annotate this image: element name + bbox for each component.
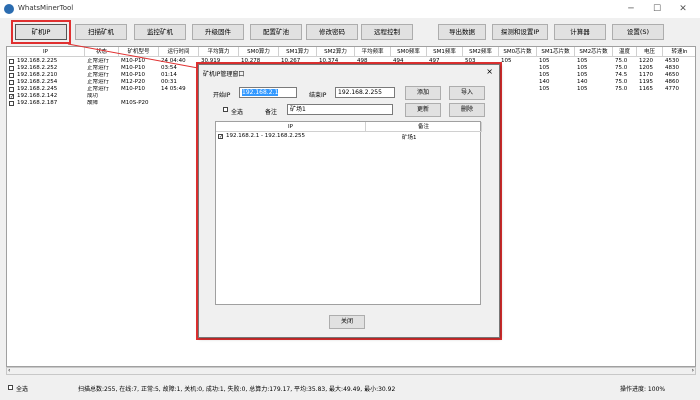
note-input[interactable]: 矿场1 (287, 104, 393, 115)
list-item-ip: 192.168.2.1 - 192.168.2.255 (226, 133, 305, 139)
list-item[interactable]: ✓ 192.168.2.1 - 192.168.2.255 矿场1 (216, 133, 482, 141)
main-window: WhatsMinerTool ─ ☐ ✕ 矿机IP 扫描矿机 监控矿机 升级固件… (0, 0, 700, 400)
list-item-checkbox[interactable]: ✓ (218, 134, 223, 140)
list-item-note: 矿场1 (402, 135, 417, 141)
update-button[interactable]: 更新 (405, 103, 441, 117)
delete-button[interactable]: 删除 (449, 103, 485, 117)
start-ip-value: 192.168.2.1 (242, 89, 279, 96)
add-button[interactable]: 添加 (405, 86, 441, 100)
dialog-select-all-label: 全选 (231, 109, 244, 116)
end-ip-input[interactable]: 192.168.2.255 (335, 87, 395, 98)
close-button[interactable]: 关闭 (329, 315, 365, 329)
start-ip-input[interactable]: 192.168.2.1 (239, 87, 297, 98)
note-label: 备注 (265, 109, 278, 116)
dialog-close-icon[interactable]: × (486, 67, 493, 76)
dialog-select-all-checkbox[interactable] (223, 107, 228, 112)
ip-manager-dialog: 矿机IP管理窗口 × 开始IP 192.168.2.1 结束IP 192.168… (198, 64, 500, 338)
import-button[interactable]: 导入 (449, 86, 485, 100)
list-col-note[interactable]: 备注 (366, 122, 482, 132)
end-ip-label: 结束IP (309, 92, 327, 99)
dialog-title: 矿机IP管理窗口 (203, 71, 245, 78)
start-ip-label: 开始IP (213, 92, 231, 99)
list-col-ip[interactable]: IP (216, 122, 366, 132)
ip-range-list: IP 备注 ✓ 192.168.2.1 - 192.168.2.255 矿场1 (215, 121, 482, 305)
